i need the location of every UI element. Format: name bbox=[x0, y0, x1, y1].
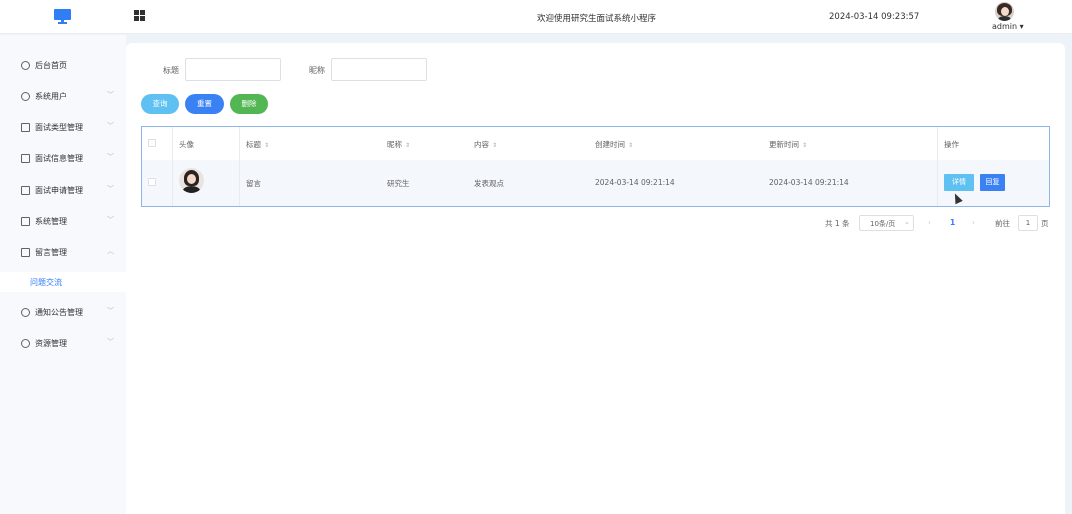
cell-content: 发表观点 bbox=[474, 179, 504, 188]
sidebar-item-interview-types[interactable]: 面试类型管理 ﹀ bbox=[0, 117, 126, 137]
sidebar-item-label: 面试类型管理 bbox=[35, 123, 83, 132]
sidebar-item-label: 系统用户 bbox=[35, 92, 67, 101]
doc-icon bbox=[21, 186, 30, 195]
sidebar: 后台首页 系统用户 ﹀ 面试类型管理 ﹀ 面试信息管理 ﹀ 面试申请管理 ﹀ 系… bbox=[0, 35, 126, 514]
chevron-down-icon: ﹀ bbox=[107, 307, 114, 315]
chevron-down-icon: ﹀ bbox=[107, 338, 114, 346]
col-updated[interactable]: 更新时间 ⇕ bbox=[769, 139, 807, 150]
col-title[interactable]: 标题 ⇕ bbox=[246, 139, 269, 150]
sidebar-item-interview-info[interactable]: 面试信息管理 ﹀ bbox=[0, 148, 126, 168]
row-avatar bbox=[179, 168, 204, 193]
sidebar-item-message-management[interactable]: 留言管理 ︿ bbox=[0, 242, 126, 262]
clock-icon bbox=[21, 61, 30, 70]
chevron-down-icon: ⌄ bbox=[904, 218, 910, 226]
chevron-down-icon: ﹀ bbox=[107, 216, 114, 224]
col-content[interactable]: 内容 ⇕ bbox=[474, 139, 497, 150]
sidebar-item-system-users[interactable]: 系统用户 ﹀ bbox=[0, 86, 126, 106]
page-unit-label: 页 bbox=[1041, 219, 1049, 228]
chevron-down-icon: ﹀ bbox=[107, 91, 114, 99]
sort-icon: ⇕ bbox=[492, 142, 498, 149]
globe-icon bbox=[21, 339, 30, 348]
title-search-input[interactable] bbox=[185, 58, 281, 81]
sidebar-item-label: 通知公告管理 bbox=[35, 308, 83, 317]
page-size-value: 10条/页 bbox=[870, 220, 896, 228]
col-created[interactable]: 创建时间 ⇕ bbox=[595, 139, 633, 150]
col-divider bbox=[172, 127, 173, 206]
col-actions: 操作 bbox=[944, 140, 959, 149]
goto-label: 前往 bbox=[995, 219, 1010, 228]
goto-page-input[interactable]: 1 bbox=[1018, 215, 1038, 231]
chevron-down-icon: ﹀ bbox=[107, 122, 114, 130]
user-icon bbox=[21, 92, 30, 101]
sidebar-item-interview-applications[interactable]: 面试申请管理 ﹀ bbox=[0, 180, 126, 200]
main-panel: 标题 昵称 查询 重置 删除 头像 标题 ⇕ 昵称 ⇕ 内容 ⇕ 创建时间 ⇕ 更新时间… bbox=[126, 43, 1065, 514]
sidebar-item-notices[interactable]: 通知公告管理 ﹀ bbox=[0, 302, 126, 322]
top-header: 欢迎使用研究生面试系统小程序 2024-03-14 09:23:57 admin… bbox=[0, 0, 1072, 34]
doc-icon bbox=[21, 154, 30, 163]
sidebar-item-label: 资源管理 bbox=[35, 339, 67, 348]
sort-icon: ⇕ bbox=[628, 142, 634, 149]
cell-created: 2024-03-14 09:21:14 bbox=[595, 178, 675, 187]
next-page-button[interactable]: › bbox=[972, 218, 975, 227]
welcome-title: 欢迎使用研究生面试系统小程序 bbox=[537, 14, 657, 24]
sidebar-item-label: 面试信息管理 bbox=[35, 154, 83, 163]
col-nickname[interactable]: 昵称 ⇕ bbox=[387, 139, 410, 150]
query-button[interactable]: 查询 bbox=[141, 94, 179, 114]
user-avatar[interactable] bbox=[995, 2, 1014, 21]
cell-nickname: 研究生 bbox=[387, 179, 410, 188]
user-menu-dropdown[interactable]: admin ▾ bbox=[992, 22, 1024, 31]
sidebar-item-label: 问题交流 bbox=[30, 278, 62, 287]
col-avatar: 头像 bbox=[179, 140, 194, 149]
nickname-label: 昵称 bbox=[309, 66, 325, 75]
row-checkbox[interactable] bbox=[148, 178, 156, 186]
chevron-down-icon: ﹀ bbox=[107, 185, 114, 193]
table-header: 头像 标题 ⇕ 昵称 ⇕ 内容 ⇕ 创建时间 ⇕ 更新时间 ⇕ 操作 bbox=[142, 127, 1049, 160]
title-label: 标题 bbox=[163, 66, 179, 75]
delete-button[interactable]: 删除 bbox=[230, 94, 268, 114]
page-number-current[interactable]: 1 bbox=[950, 218, 955, 227]
sun-icon bbox=[21, 308, 30, 317]
pagination-total: 共 1 条 bbox=[825, 219, 850, 228]
cell-updated: 2024-03-14 09:21:14 bbox=[769, 178, 849, 187]
sidebar-item-home[interactable]: 后台首页 bbox=[0, 55, 126, 75]
reply-button[interactable]: 回复 bbox=[980, 174, 1005, 191]
sort-icon: ⇕ bbox=[264, 142, 270, 149]
monitor-logo-icon bbox=[54, 9, 71, 24]
sidebar-item-label: 留言管理 bbox=[35, 248, 67, 257]
chevron-up-icon: ︿ bbox=[107, 247, 114, 255]
col-divider bbox=[937, 127, 938, 206]
select-all-checkbox[interactable] bbox=[148, 139, 156, 147]
nickname-search-input[interactable] bbox=[331, 58, 427, 81]
sidebar-item-question-exchange[interactable]: 问题交流 bbox=[0, 272, 126, 292]
doc-icon bbox=[21, 123, 30, 132]
sidebar-item-system-management[interactable]: 系统管理 ﹀ bbox=[0, 211, 126, 231]
table-row: 留言 研究生 发表观点 2024-03-14 09:21:14 2024-03-… bbox=[142, 160, 1049, 206]
message-table: 头像 标题 ⇕ 昵称 ⇕ 内容 ⇕ 创建时间 ⇕ 更新时间 ⇕ 操作 留言 研究生 发表观… bbox=[141, 126, 1050, 207]
page-size-select[interactable]: 10条/页 ⌄ bbox=[859, 215, 914, 231]
sidebar-item-label: 后台首页 bbox=[35, 61, 67, 70]
chevron-down-icon: ﹀ bbox=[107, 153, 114, 161]
sort-icon: ⇕ bbox=[405, 142, 411, 149]
col-divider bbox=[239, 127, 240, 206]
grid-menu-icon[interactable] bbox=[134, 10, 145, 21]
folder-icon bbox=[21, 217, 30, 226]
reset-button[interactable]: 重置 bbox=[185, 94, 224, 114]
detail-button[interactable]: 详情 bbox=[944, 174, 974, 191]
prev-page-button[interactable]: ‹ bbox=[928, 218, 931, 227]
sidebar-item-resources[interactable]: 资源管理 ﹀ bbox=[0, 333, 126, 353]
sidebar-item-label: 面试申请管理 bbox=[35, 186, 83, 195]
cell-title: 留言 bbox=[246, 179, 261, 188]
current-datetime: 2024-03-14 09:23:57 bbox=[829, 12, 920, 22]
sort-icon: ⇕ bbox=[802, 142, 808, 149]
folder-icon bbox=[21, 248, 30, 257]
sidebar-item-label: 系统管理 bbox=[35, 217, 67, 226]
